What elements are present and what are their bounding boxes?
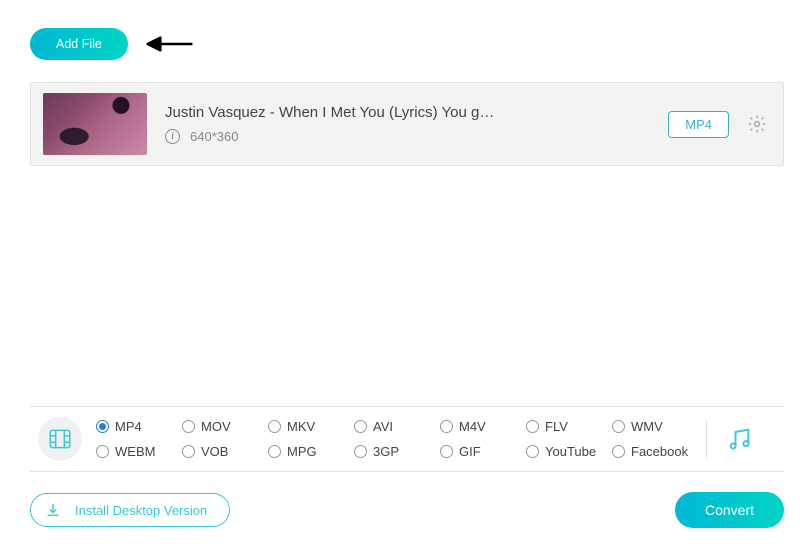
radio-icon <box>96 445 109 458</box>
radio-icon <box>526 445 539 458</box>
radio-icon <box>182 420 195 433</box>
format-option-label: YouTube <box>545 444 596 459</box>
radio-icon <box>526 420 539 433</box>
format-option-label: WEBM <box>115 444 155 459</box>
format-option-wmv[interactable]: WMV <box>612 419 698 434</box>
video-category-icon[interactable] <box>38 417 82 461</box>
format-option-mpg[interactable]: MPG <box>268 444 354 459</box>
install-desktop-label: Install Desktop Version <box>75 503 207 518</box>
radio-icon <box>354 445 367 458</box>
format-option-youtube[interactable]: YouTube <box>526 444 612 459</box>
format-option-label: GIF <box>459 444 481 459</box>
format-option-mkv[interactable]: MKV <box>268 419 354 434</box>
format-option-label: MP4 <box>115 419 142 434</box>
radio-icon <box>268 420 281 433</box>
format-option-label: MKV <box>287 419 315 434</box>
radio-icon <box>96 420 109 433</box>
radio-icon <box>354 420 367 433</box>
format-option-label: VOB <box>201 444 228 459</box>
format-option-label: WMV <box>631 419 663 434</box>
format-option-flv[interactable]: FLV <box>526 419 612 434</box>
format-option-label: FLV <box>545 419 568 434</box>
output-format-badge[interactable]: MP4 <box>668 111 729 138</box>
radio-icon <box>440 420 453 433</box>
format-option-gif[interactable]: GIF <box>440 444 526 459</box>
gear-icon[interactable] <box>747 114 767 134</box>
radio-icon <box>268 445 281 458</box>
format-option-m4v[interactable]: M4V <box>440 419 526 434</box>
format-option-vob[interactable]: VOB <box>182 444 268 459</box>
format-option-label: M4V <box>459 419 486 434</box>
info-icon[interactable]: i <box>165 129 180 144</box>
install-desktop-button[interactable]: Install Desktop Version <box>30 493 230 527</box>
format-option-facebook[interactable]: Facebook <box>612 444 698 459</box>
format-option-label: MPG <box>287 444 317 459</box>
format-option-avi[interactable]: AVI <box>354 419 440 434</box>
format-option-label: AVI <box>373 419 393 434</box>
file-title: Justin Vasquez - When I Met You (Lyrics)… <box>165 104 650 121</box>
file-resolution: 640*360 <box>190 129 238 144</box>
download-icon <box>45 502 61 518</box>
radio-icon <box>612 420 625 433</box>
format-option-label: MOV <box>201 419 231 434</box>
video-thumbnail[interactable] <box>43 93 147 155</box>
music-icon[interactable] <box>725 425 753 453</box>
format-option-3gp[interactable]: 3GP <box>354 444 440 459</box>
add-file-button[interactable]: Add File <box>30 28 128 60</box>
radio-icon <box>182 445 195 458</box>
file-item: Justin Vasquez - When I Met You (Lyrics)… <box>30 82 784 166</box>
radio-icon <box>440 445 453 458</box>
format-option-mp4[interactable]: MP4 <box>96 419 182 434</box>
format-option-webm[interactable]: WEBM <box>96 444 182 459</box>
formats-panel: MP4 MOV MKV AVI M4V FLV WMV WEBM VOB MPG 3GP GIF You… <box>30 406 784 472</box>
convert-button[interactable]: Convert <box>675 492 784 528</box>
format-option-label: 3GP <box>373 444 399 459</box>
arrow-annotation-icon <box>146 33 194 55</box>
format-option-mov[interactable]: MOV <box>182 419 268 434</box>
panel-separator <box>706 419 707 459</box>
format-option-label: Facebook <box>631 444 688 459</box>
radio-icon <box>612 445 625 458</box>
